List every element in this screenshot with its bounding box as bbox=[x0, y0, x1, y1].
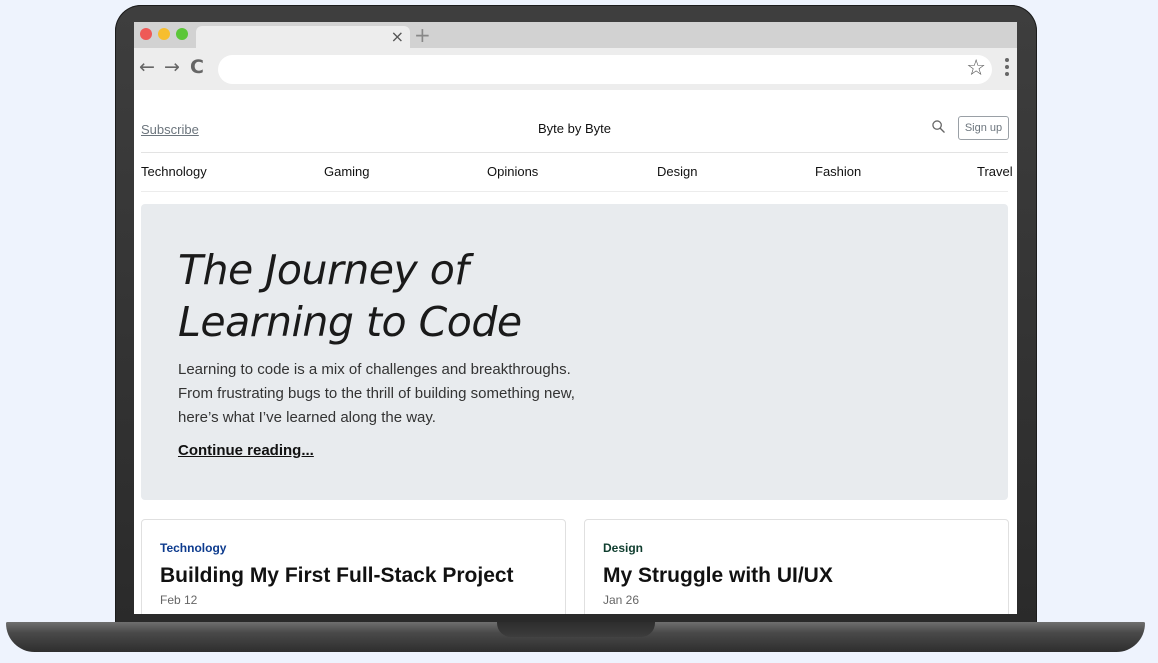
excerpt-line: Learning to code is a mix of challenges … bbox=[178, 361, 571, 378]
continue-reading-link[interactable]: Continue reading... bbox=[178, 442, 314, 459]
search-icon[interactable] bbox=[932, 120, 945, 133]
post-date: Feb 12 bbox=[160, 593, 198, 607]
reload-icon[interactable]: C bbox=[190, 56, 204, 78]
nav-item-travel[interactable]: Travel bbox=[977, 164, 1013, 179]
site-header: Subscribe Byte by Byte Sign up bbox=[141, 90, 1009, 153]
laptop-screen: × + ← → C ☆ Subscribe Byte by Byte Sign … bbox=[134, 22, 1017, 614]
excerpt-line: here’s what I’ve learned along the way. bbox=[178, 409, 436, 426]
laptop-notch bbox=[497, 622, 655, 637]
new-tab-icon[interactable]: + bbox=[414, 23, 431, 47]
nav-item-opinions[interactable]: Opinions bbox=[487, 164, 538, 179]
nav-item-technology[interactable]: Technology bbox=[141, 164, 207, 179]
forward-arrow-icon[interactable]: → bbox=[164, 56, 180, 78]
category-nav: Technology Gaming Opinions Design Fashio… bbox=[141, 153, 1013, 192]
post-card[interactable]: Design My Struggle with UI/UX Jan 26 bbox=[584, 519, 1009, 614]
web-page: Subscribe Byte by Byte Sign up Technolog… bbox=[134, 90, 1017, 614]
maximize-window-button[interactable] bbox=[176, 28, 188, 40]
featured-title-line: The Journey of bbox=[178, 246, 469, 294]
nav-item-design[interactable]: Design bbox=[657, 164, 697, 179]
minimize-window-button[interactable] bbox=[158, 28, 170, 40]
post-title[interactable]: My Struggle with UI/UX bbox=[603, 564, 833, 588]
featured-post: The Journey of Learning to Code Learning… bbox=[141, 204, 1008, 500]
close-window-button[interactable] bbox=[140, 28, 152, 40]
site-brand[interactable]: Byte by Byte bbox=[141, 121, 1008, 136]
browser-tab[interactable]: × bbox=[196, 26, 410, 48]
featured-post-excerpt: Learning to code is a mix of challenges … bbox=[178, 358, 598, 430]
excerpt-line: From frustrating bugs to the thrill of b… bbox=[178, 385, 575, 402]
window-controls bbox=[140, 28, 188, 40]
signup-button[interactable]: Sign up bbox=[958, 116, 1009, 140]
address-bar[interactable]: ☆ bbox=[218, 55, 992, 84]
back-arrow-icon[interactable]: ← bbox=[139, 56, 155, 78]
post-card[interactable]: Technology Building My First Full-Stack … bbox=[141, 519, 566, 614]
close-tab-icon[interactable]: × bbox=[391, 27, 404, 46]
bookmark-star-icon[interactable]: ☆ bbox=[966, 56, 986, 81]
nav-item-fashion[interactable]: Fashion bbox=[815, 164, 861, 179]
browser-tab-bar: × + bbox=[134, 22, 1017, 48]
post-date: Jan 26 bbox=[603, 593, 640, 607]
post-title[interactable]: Building My First Full-Stack Project bbox=[160, 564, 514, 588]
browser-toolbar: ← → C ☆ bbox=[134, 48, 1017, 90]
post-category[interactable]: Technology bbox=[160, 541, 226, 555]
browser-menu-icon[interactable] bbox=[1005, 58, 1009, 79]
featured-title-line: Learning to Code bbox=[178, 298, 522, 346]
nav-item-gaming[interactable]: Gaming bbox=[324, 164, 370, 179]
post-category[interactable]: Design bbox=[603, 541, 643, 555]
featured-post-title: The Journey of Learning to Code bbox=[178, 244, 598, 348]
